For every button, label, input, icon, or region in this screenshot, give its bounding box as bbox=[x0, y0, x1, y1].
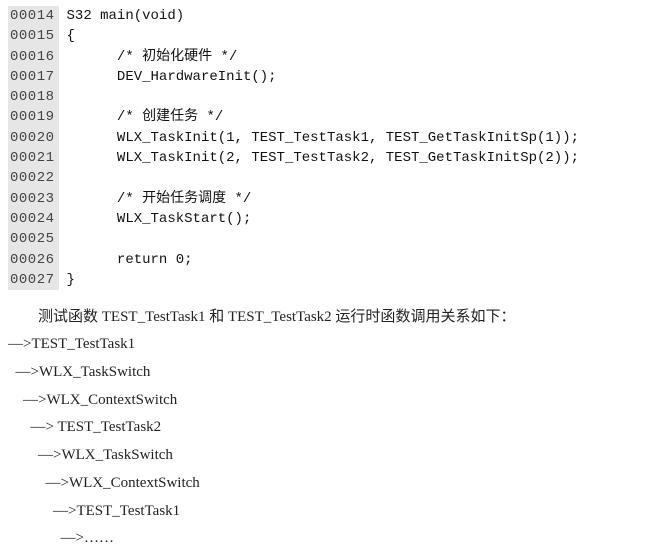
call-tree-line: —>WLX_ContextSwitch bbox=[8, 387, 646, 415]
code-line: 00025 bbox=[8, 229, 646, 249]
line-number: 00015 bbox=[8, 26, 59, 46]
code-line: 00021 WLX_TaskInit(2, TEST_TestTask2, TE… bbox=[8, 148, 646, 168]
code-line: 00018 bbox=[8, 87, 646, 107]
code-line: 00020 WLX_TaskInit(1, TEST_TestTask1, TE… bbox=[8, 128, 646, 148]
line-number: 00022 bbox=[8, 168, 59, 188]
call-tree: —>TEST_TestTask1 —>WLX_TaskSwitch —>WLX_… bbox=[8, 331, 646, 553]
call-tree-line: —>TEST_TestTask1 bbox=[8, 498, 646, 526]
code-line: 00015 { bbox=[8, 26, 646, 46]
code-text: /* 开始任务调度 */ bbox=[67, 189, 252, 209]
code-line: 00022 bbox=[8, 168, 646, 188]
line-number: 00020 bbox=[8, 128, 59, 148]
code-text: /* 初始化硬件 */ bbox=[67, 47, 238, 67]
line-number: 00025 bbox=[8, 229, 59, 249]
code-text: /* 创建任务 */ bbox=[67, 107, 224, 127]
line-number: 00016 bbox=[8, 47, 59, 67]
code-line: 00014 S32 main(void) bbox=[8, 6, 646, 26]
code-line: 00027} bbox=[8, 270, 646, 290]
call-tree-line: —>WLX_ContextSwitch bbox=[8, 470, 646, 498]
code-text: WLX_TaskStart(); bbox=[67, 209, 252, 229]
code-line: 00016 /* 初始化硬件 */ bbox=[8, 47, 646, 67]
code-text: } bbox=[67, 270, 75, 290]
code-text: { bbox=[67, 26, 75, 46]
line-number: 00023 bbox=[8, 189, 59, 209]
caption-paragraph: 测试函数 TEST_TestTask1 和 TEST_TestTask2 运行时… bbox=[8, 304, 646, 553]
code-text: return 0; bbox=[67, 250, 193, 270]
call-tree-line: —>WLX_TaskSwitch bbox=[8, 442, 646, 470]
code-text: S32 main(void) bbox=[67, 6, 185, 26]
code-line: 00017 DEV_HardwareInit(); bbox=[8, 67, 646, 87]
code-block: 00014 S32 main(void) 00015 {00016 /* 初始化硬件 … bbox=[8, 6, 646, 290]
line-number: 00018 bbox=[8, 87, 59, 107]
call-tree-line: —> TEST_TestTask2 bbox=[8, 414, 646, 442]
code-line: 00026 return 0; bbox=[8, 250, 646, 270]
code-line: 00024 WLX_TaskStart(); bbox=[8, 209, 646, 229]
line-number: 00014 bbox=[8, 6, 59, 26]
call-tree-line: —>TEST_TestTask1 bbox=[8, 331, 646, 359]
line-number: 00026 bbox=[8, 250, 59, 270]
code-text: WLX_TaskInit(2, TEST_TestTask2, TEST_Get… bbox=[67, 148, 579, 168]
code-line: 00019 /* 创建任务 */ bbox=[8, 107, 646, 127]
caption-text: 测试函数 TEST_TestTask1 和 TEST_TestTask2 运行时… bbox=[8, 304, 646, 331]
code-line: 00023 /* 开始任务调度 */ bbox=[8, 189, 646, 209]
code-text: WLX_TaskInit(1, TEST_TestTask1, TEST_Get… bbox=[67, 128, 579, 148]
line-number: 00019 bbox=[8, 107, 59, 127]
call-tree-line: —>…… bbox=[8, 525, 646, 553]
line-number: 00021 bbox=[8, 148, 59, 168]
line-number: 00024 bbox=[8, 209, 59, 229]
line-number: 00027 bbox=[8, 270, 59, 290]
line-number: 00017 bbox=[8, 67, 59, 87]
call-tree-line: —>WLX_TaskSwitch bbox=[8, 359, 646, 387]
code-text: DEV_HardwareInit(); bbox=[67, 67, 277, 87]
